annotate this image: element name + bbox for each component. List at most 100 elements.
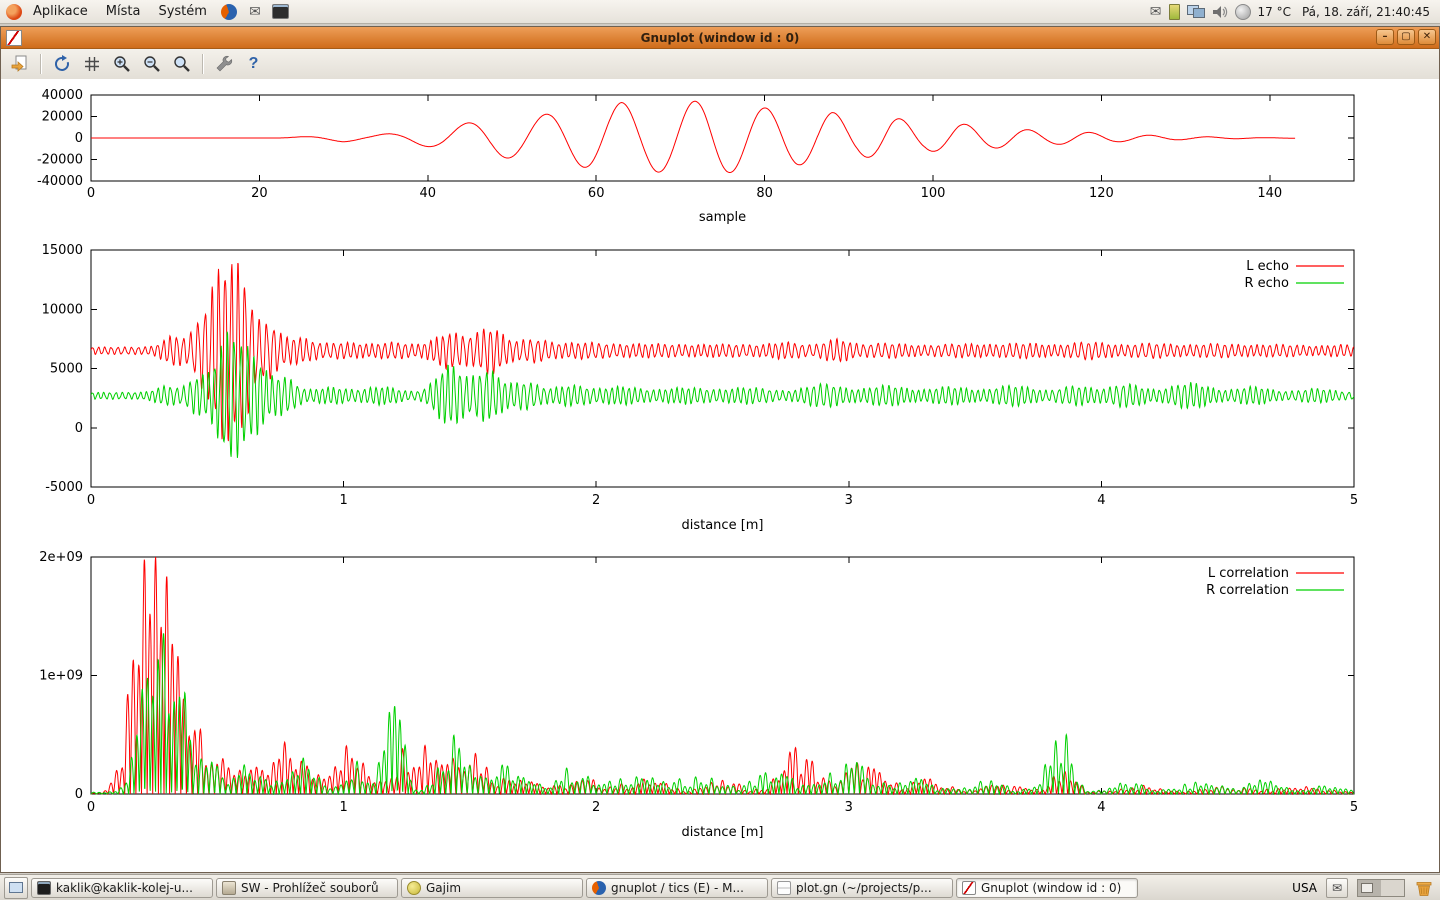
zoom-next-button[interactable] [138,51,165,77]
autoscale-button[interactable] [168,51,195,77]
x-tick-label: 3 [845,493,853,508]
ubuntu-logo-icon[interactable] [6,4,22,20]
menu-applications[interactable]: Aplikace [26,2,95,21]
x-tick-label: 140 [1257,186,1282,201]
plot-canvas[interactable]: 02040608010012014040000200000-20000-4000… [1,79,1439,872]
y-tick-label: 20000 [42,110,83,125]
legend-label: L echo [1246,259,1289,274]
x-tick-label: 2 [592,493,600,508]
trash-icon[interactable] [1414,878,1434,898]
show-desktop-button[interactable] [4,877,28,899]
y-tick-label: 5000 [50,362,83,377]
firefox-launcher-icon[interactable] [220,3,238,21]
legend-label: R echo [1244,276,1289,291]
y-tick-label: 10000 [42,302,83,317]
copy-to-clipboard-button[interactable] [6,51,33,77]
x-tick-label: 1 [339,800,347,815]
x-tick-label: 5 [1350,493,1358,508]
window-icon [6,30,22,46]
grid-icon [82,54,102,74]
desktop-icon [9,882,23,893]
taskbar-item-label: Gnuplot (window id : 0) [981,881,1121,895]
toggle-grid-button[interactable] [78,51,105,77]
chart-3: 0123452e+091e+090distance [m]L correlati… [39,550,1358,840]
taskbar-item-label: SW - Prohlížeč souborů [241,881,379,895]
x-tick-label: 2 [592,800,600,815]
gnuplot-plots: 02040608010012014040000200000-20000-4000… [1,79,1439,871]
configure-button[interactable] [210,51,237,77]
taskbar-item-gnuplot[interactable]: Gnuplot (window id : 0) [956,878,1138,898]
taskbar-item-gajim[interactable]: Gajim [401,878,583,898]
series-r-echo [91,332,1354,458]
zoom-out-icon [142,54,162,74]
series-l-correlation [91,557,1354,794]
help-button[interactable]: ? [240,51,267,77]
terminal-icon [272,4,289,19]
y-tick-label: -20000 [37,153,83,168]
y-tick-label: -40000 [37,174,83,189]
x-tick-label: 0 [87,186,95,201]
x-axis-label: distance [m] [681,518,763,533]
workspace-1[interactable] [1358,880,1381,896]
terminal-icon [37,881,51,895]
toolbar-separator [40,54,41,74]
copy-icon [10,54,30,74]
plot-border [91,557,1354,794]
x-tick-label: 1 [339,493,347,508]
y-tick-label: 0 [75,131,83,146]
taskbar-item-label: gnuplot / tics (E) - M... [611,881,744,895]
y-tick-label: -5000 [45,480,83,495]
weather-icon[interactable] [1235,4,1251,20]
terminal-launcher-icon[interactable] [272,3,290,21]
temperature: 17 °C [1258,5,1291,19]
taskbar-item-file-manager[interactable]: SW - Prohlížeč souborů [216,878,398,898]
battery-icon[interactable] [1169,4,1180,20]
bottom-taskbar: kaklik@kaklik-kolej-u... SW - Prohlížeč s… [0,874,1440,900]
chart-2: 012345150001000050000-5000distance [m]L … [42,243,1359,533]
menu-system[interactable]: Systém [151,2,213,21]
x-axis-label: distance [m] [681,825,763,840]
keyboard-layout-indicator[interactable]: USA [1292,881,1317,895]
taskbar-item-firefox[interactable]: gnuplot / tics (E) - M... [586,878,768,898]
legend-label: L correlation [1208,566,1289,581]
x-tick-label: 120 [1089,186,1114,201]
file-manager-icon [222,881,236,895]
minimize-button[interactable]: – [1376,29,1394,45]
clock[interactable]: Pá, 18. září, 21:40:45 [1298,5,1434,19]
zoom-in-icon [112,54,132,74]
zoom-previous-button[interactable] [108,51,135,77]
y-tick-label: 2e+09 [39,550,83,565]
refresh-icon [52,54,72,74]
taskbar-item-label: plot.gn (~/projects/p... [796,881,932,895]
gnuplot-window: Gnuplot (window id : 0) – ▢ ✕ [0,26,1440,873]
firefox-icon [592,881,606,895]
x-tick-label: 3 [845,800,853,815]
taskbar-item-label: kaklik@kaklik-kolej-u... [56,881,193,895]
workspace-switcher [1357,879,1405,897]
menu-places[interactable]: Místa [99,2,148,21]
replot-button[interactable] [48,51,75,77]
close-button[interactable]: ✕ [1418,29,1436,45]
y-tick-label: 0 [75,787,83,802]
titlebar[interactable]: Gnuplot (window id : 0) – ▢ ✕ [1,27,1439,49]
y-tick-label: 40000 [42,88,83,103]
taskbar-item-terminal[interactable]: kaklik@kaklik-kolej-u... [31,878,213,898]
x-tick-label: 5 [1350,800,1358,815]
help-icon: ? [249,55,259,73]
x-tick-label: 20 [251,186,268,201]
panel-status-area: ✉ 17 °C Pá, 18. září, 21:40:45 [1150,4,1434,20]
network-displays-icon[interactable] [1187,5,1205,18]
mail-notifier-icon[interactable]: ✉ [1326,878,1348,898]
x-tick-label: 40 [420,186,437,201]
series-l-echo [91,263,1354,441]
x-tick-label: 4 [1097,493,1105,508]
y-tick-label: 0 [75,421,83,436]
maximize-button[interactable]: ▢ [1397,29,1415,45]
taskbar-item-text-editor[interactable]: plot.gn (~/projects/p... [771,878,953,898]
toolbar-separator [202,54,203,74]
mail-tray-icon[interactable]: ✉ [1150,5,1162,19]
workspace-2[interactable] [1381,880,1404,896]
gnuplot-icon [962,881,976,895]
volume-icon[interactable] [1212,5,1228,19]
mail-launcher-icon[interactable]: ✉ [246,3,264,21]
